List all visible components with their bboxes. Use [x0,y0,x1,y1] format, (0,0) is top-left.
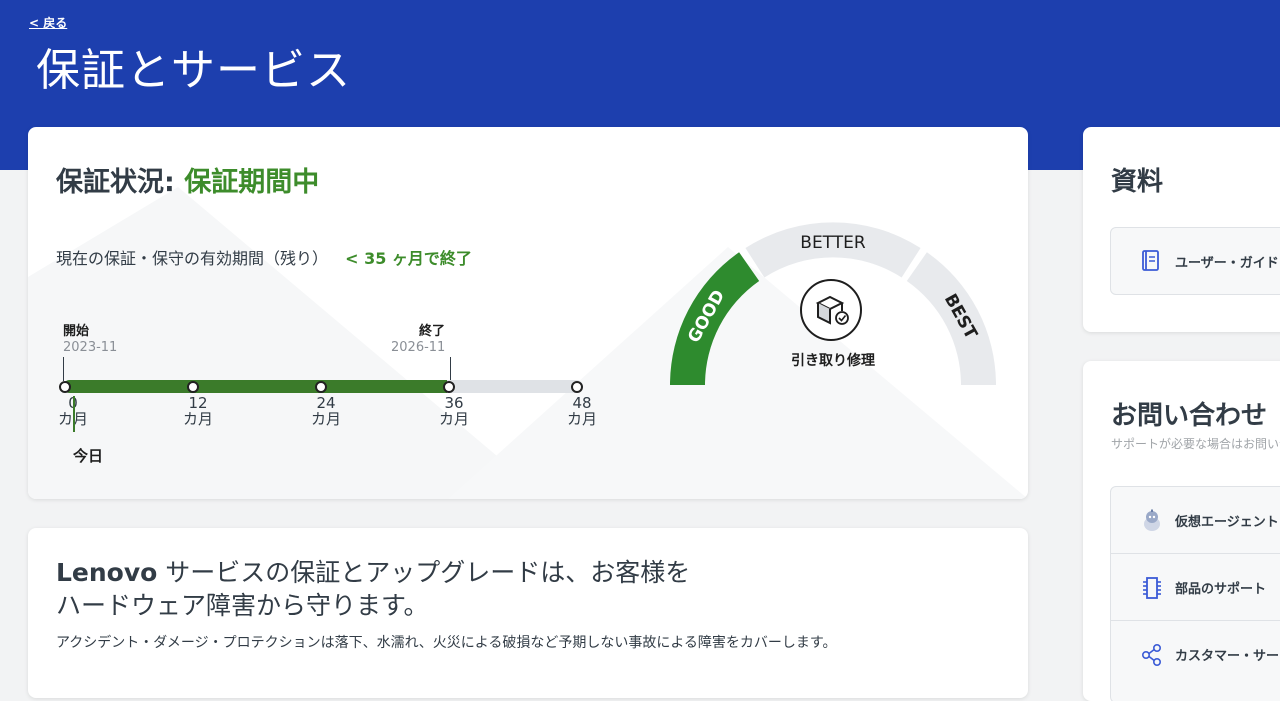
warranty-status-value: 保証期間中 [184,167,320,198]
parts-support-label: 部品のサポート [1175,582,1267,597]
gauge-label-better: BETTER [800,233,866,253]
contact-title: お問い合わせ [1111,401,1268,431]
customer-service-link[interactable]: カスタマー・サービス [1111,621,1280,687]
timeline-start-date: 2023-11 [63,340,118,355]
timeline-tick-dot [59,381,71,393]
remaining-period: 現在の保証・保守の有効期間（残り） < 35 ヶ月で終了 [56,245,472,269]
share-icon [1141,643,1162,667]
upgrade-heading-brand: Lenovo [56,558,158,587]
timeline-start-label: 開始 [63,324,90,339]
upgrade-heading: Lenovo サービスの保証とアップグレードは、お客様を ハードウェア障害から守… [56,556,756,622]
warranty-status-card: 保証状況: 保証期間中 現在の保証・保守の有効期間（残り） < 35 ヶ月で終了… [28,127,1028,499]
remaining-period-label: 現在の保証・保守の有効期間（残り） [56,249,329,268]
timeline-tick-dot [571,381,583,393]
virtual-agent-label: 仮想エージェントと [1175,515,1280,530]
box-repair-icon [800,279,862,341]
today-marker [72,396,75,432]
timeline-tick-dot [315,381,327,393]
timeline-tick-unit: カ月 [310,410,341,428]
resources-card: 資料 ユーザー・ガイド [1083,127,1280,332]
remaining-period-value: < 35 ヶ月で終了 [345,249,472,268]
upgrade-info-card: Lenovo サービスの保証とアップグレードは、お客様を ハードウェア障害から守… [28,528,1028,698]
warranty-status-heading: 保証状況: 保証期間中 [56,160,319,199]
timeline-tick-label: 48 カ月 [562,395,602,427]
timeline-end-date: 2026-11 [391,340,446,355]
chip-icon [1143,577,1161,599]
timeline-end-label: 終了 [419,324,446,339]
book-icon [1142,250,1159,271]
contact-card: お問い合わせ サポートが必要な場合はお問い合わせください 仮想エージェントと [1083,361,1280,701]
timeline-tick-label: 36 カ月 [434,395,474,427]
timeline-tick-unit: カ月 [182,410,213,428]
timeline-tick-unit: カ月 [566,410,597,428]
page-title: 保証とサービス [36,45,351,96]
service-type-label: 引き取り修理 [791,353,875,369]
user-guide-label: ユーザー・ガイド [1175,256,1279,271]
timeline-tick-dot [443,381,455,393]
customer-service-label: カスタマー・サービス [1175,649,1280,664]
resources-title: 資料 [1111,167,1164,197]
upgrade-description: アクシデント・ダメージ・プロテクションは落下、水濡れ、火災による破損など予期しな… [56,635,837,651]
timeline-tick-dot [187,381,199,393]
timeline-tick-label: 24 カ月 [306,395,346,427]
timeline-start-marker [63,357,64,381]
user-guide-link[interactable]: ユーザー・ガイド [1110,227,1280,295]
parts-support-link[interactable]: 部品のサポート [1111,554,1280,621]
upgrade-heading-line1: サービスの保証とアップグレードは、お客様を [157,558,691,587]
timeline-tick-label: 12 カ月 [178,395,218,427]
upgrade-heading-line2: ハードウェア障害から守ります。 [56,591,429,620]
timeline-covered-fill [63,380,447,393]
contact-subtitle: サポートが必要な場合はお問い合わせください [1111,437,1280,451]
timeline-end-marker [450,357,451,381]
today-label: 今日 [73,447,104,465]
timeline-tick-unit: カ月 [438,410,469,428]
contact-options-list: 仮想エージェントと 部品のサポート [1110,486,1280,701]
back-link[interactable]: < 戻る [29,14,67,31]
virtual-agent-link[interactable]: 仮想エージェントと [1111,487,1280,554]
warranty-status-label: 保証状況: [56,167,175,198]
robot-icon [1144,509,1160,531]
